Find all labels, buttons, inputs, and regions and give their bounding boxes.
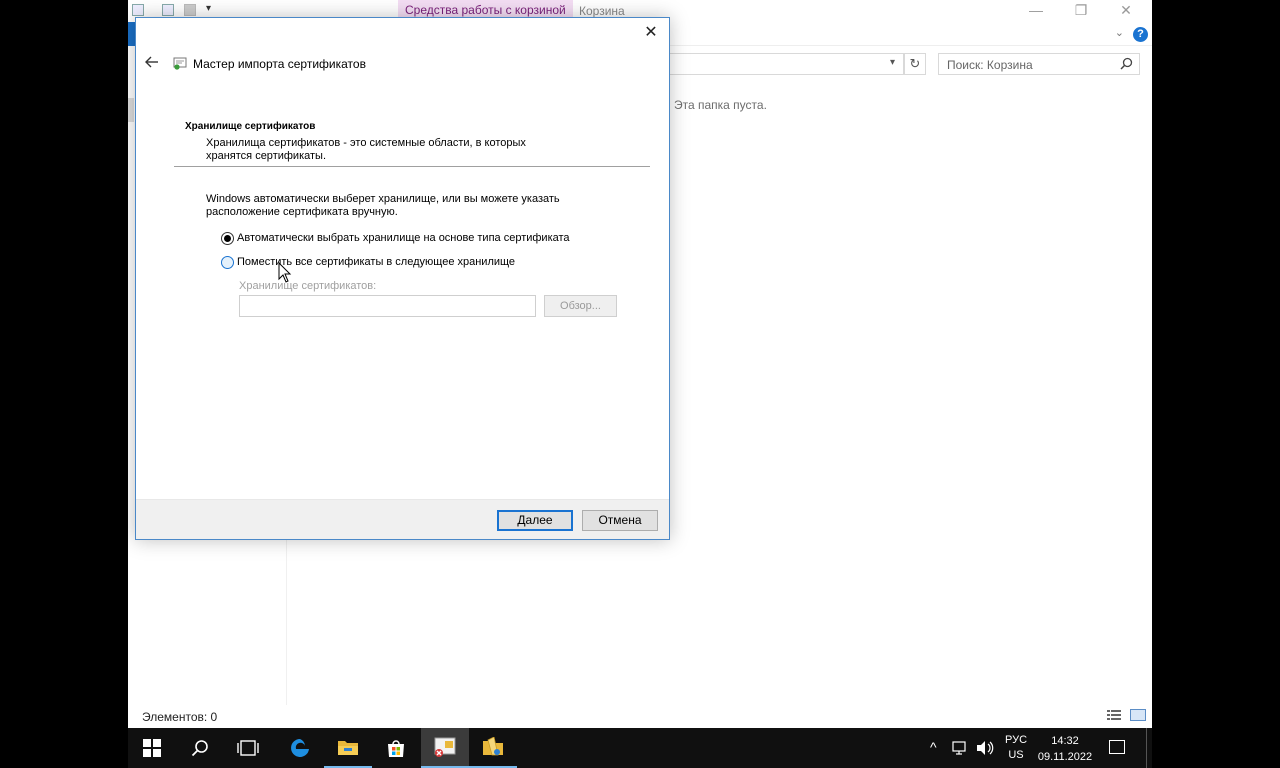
navigation-pane-scrollbar[interactable] (128, 98, 134, 122)
search-placeholder: Поиск: Корзина (947, 58, 1033, 72)
volume-icon[interactable] (976, 740, 994, 756)
quick-access-check-icon[interactable] (162, 4, 174, 16)
auto-select-store-option[interactable]: Автоматически выбрать хранилище на основ… (221, 230, 570, 246)
certificate-manager-icon (434, 737, 456, 757)
browse-button[interactable]: Обзор... (544, 295, 617, 317)
taskbar: ^ РУС US 14:32 09.11.2022 (128, 728, 1152, 768)
pane-divider (286, 540, 287, 705)
taskbar-certificate-manager[interactable] (421, 728, 469, 768)
auto-select-store-label[interactable]: Автоматически выбрать хранилище на основ… (237, 232, 570, 244)
close-button[interactable]: ✕ (1103, 0, 1149, 22)
taskbar-edge[interactable] (276, 728, 324, 768)
taskbar-search-button[interactable] (176, 728, 224, 768)
start-button[interactable] (128, 728, 176, 768)
task-view-icon (237, 740, 259, 756)
place-in-store-radio[interactable] (221, 255, 234, 269)
section-heading: Хранилище сертификатов (185, 121, 316, 132)
details-view-icon[interactable] (1106, 709, 1122, 721)
window-title: Корзина (579, 4, 625, 18)
search-icon (191, 740, 208, 757)
wizard-title: Мастер импорта сертификатов (193, 57, 366, 71)
mouse-cursor-icon (278, 262, 292, 283)
place-in-store-option[interactable]: Поместить все сертификаты в следующее хр… (221, 254, 515, 270)
cancel-button[interactable]: Отмена (582, 510, 658, 531)
folder-app-icon (483, 737, 503, 756)
input-language-indicator[interactable]: РУС US (1002, 733, 1030, 763)
language-code: РУС (1004, 734, 1028, 746)
edge-icon (291, 739, 309, 757)
large-icons-view-icon[interactable] (1130, 709, 1146, 721)
address-bar[interactable] (668, 53, 904, 75)
store-icon (388, 740, 404, 757)
next-button[interactable]: Далее (497, 510, 573, 531)
desktop: ▾ Средства работы с корзиной Корзина — ❐… (0, 0, 1280, 768)
search-icon[interactable] (1120, 57, 1133, 70)
minimize-button[interactable]: — (1013, 0, 1059, 22)
wizard-footer: Далее Отмена (136, 499, 669, 539)
section-divider (174, 166, 650, 167)
ribbon-expand-icon[interactable]: ⌄ (1115, 26, 1124, 39)
address-dropdown-icon[interactable]: ▾ (890, 57, 895, 68)
keyboard-layout: US (1008, 749, 1024, 761)
tray-overflow-chevron-icon[interactable]: ^ (930, 739, 937, 755)
help-icon[interactable]: ? (1133, 27, 1148, 42)
taskbar-store[interactable] (372, 728, 420, 768)
status-bar-item-count: Элементов: 0 (142, 710, 218, 724)
clock-time: 14:32 (1051, 735, 1079, 747)
refresh-button[interactable]: ↻ (904, 53, 926, 75)
clock[interactable]: 14:32 09.11.2022 (1036, 733, 1094, 765)
certificate-store-field[interactable] (239, 295, 536, 317)
back-arrow-icon[interactable] (144, 54, 160, 70)
empty-folder-message: Эта папка пуста. (674, 98, 767, 112)
network-icon[interactable] (952, 741, 968, 755)
certificate-icon (173, 57, 187, 70)
section-description: Хранилища сертификатов - это системные о… (206, 137, 526, 162)
task-view-button[interactable] (224, 728, 272, 768)
taskbar-file-explorer[interactable] (324, 728, 372, 768)
close-button[interactable]: ✕ (639, 22, 663, 44)
file-explorer-icon (338, 741, 358, 755)
restore-button[interactable]: ❐ (1058, 0, 1104, 22)
auto-select-store-radio[interactable] (221, 231, 234, 245)
quick-access-folder-icon[interactable] (184, 4, 196, 16)
clock-date: 09.11.2022 (1037, 751, 1093, 763)
start-icon (143, 739, 161, 757)
quick-access-dropdown-icon[interactable]: ▾ (206, 3, 211, 14)
intro-text: Windows автоматически выберет хранилище,… (206, 193, 560, 218)
action-center-icon[interactable] (1109, 740, 1125, 754)
search-input[interactable]: Поиск: Корзина (938, 53, 1140, 75)
taskbar-folder-app[interactable] (469, 728, 517, 768)
show-desktop-button[interactable] (1146, 728, 1152, 768)
certificate-store-label: Хранилище сертификатов: (239, 280, 377, 292)
quick-access-properties-icon[interactable] (132, 4, 144, 16)
certificate-import-wizard: ✕ Мастер импорта сертификатов Хранилище … (135, 17, 670, 540)
